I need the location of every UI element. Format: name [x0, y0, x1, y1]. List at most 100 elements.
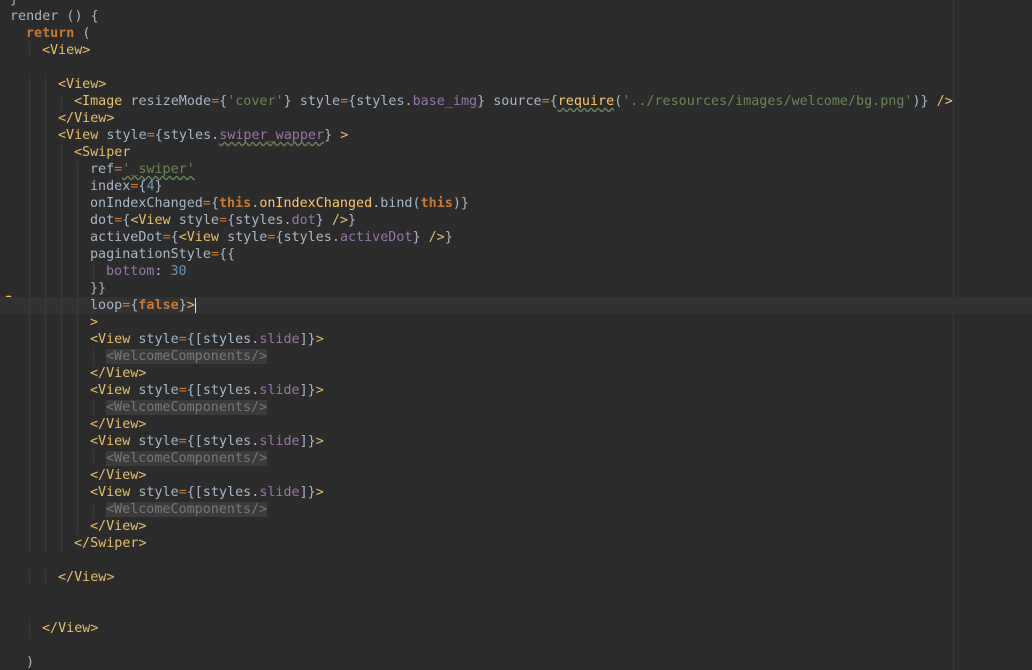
indent-guide	[29, 297, 30, 314]
indent-guide	[93, 263, 94, 280]
indent-guide	[45, 144, 46, 161]
code-line[interactable]: </View>	[10, 569, 950, 586]
code-line[interactable]: </View>	[10, 518, 950, 535]
indent-guide	[77, 314, 78, 331]
code-token: <View	[90, 434, 139, 449]
code-line[interactable]: <View style={[styles.slide]}>	[10, 433, 950, 450]
indent-guide	[77, 280, 78, 297]
code-token: <View>	[58, 77, 107, 92]
indent-guide	[29, 416, 30, 433]
code-token: <WelcomeComponents/>	[106, 400, 268, 415]
code-line[interactable]: return (	[10, 25, 950, 42]
code-line-current[interactable]: loop={false}>	[0, 297, 1032, 314]
indent-guide	[45, 382, 46, 399]
code-line[interactable]	[10, 59, 950, 76]
code-line[interactable]: </View>	[10, 365, 950, 382]
code-line[interactable]: activeDot={<View style={styles.activeDot…	[10, 229, 950, 246]
indent-guide	[77, 195, 78, 212]
code-line[interactable]: <View style={[styles.slide]}>	[10, 484, 950, 501]
code-token: source	[493, 94, 542, 109]
code-line[interactable]: <View style={[styles.slide]}>	[10, 331, 950, 348]
code-token: </Swiper>	[74, 536, 147, 551]
code-line[interactable]: <WelcomeComponents/>	[10, 501, 950, 518]
code-line[interactable]: <WelcomeComponents/>	[10, 348, 950, 365]
code-line[interactable]: }}	[10, 280, 950, 297]
code-line[interactable]	[10, 603, 950, 620]
code-line[interactable]: <View>	[10, 42, 950, 59]
code-line[interactable]: ref='_swiper'	[10, 161, 950, 178]
code-line[interactable]	[10, 552, 950, 569]
code-line[interactable]: render () {	[10, 8, 950, 25]
code-token: dot	[291, 213, 316, 228]
code-token: style	[178, 213, 219, 228]
indent-guide	[61, 297, 62, 314]
indent-guide	[45, 365, 46, 382]
code-token: =	[202, 196, 211, 211]
code-line[interactable]: <WelcomeComponents/>	[10, 399, 950, 416]
code-token: slide	[259, 332, 300, 347]
code-line[interactable]: <View style={[styles.slide]}>	[10, 382, 950, 399]
indent-guide	[61, 314, 62, 331]
code-area[interactable]: }render () {return (<View><View><Image r…	[0, 0, 1032, 670]
code-token: loop	[90, 298, 123, 313]
code-line[interactable]: </Swiper>	[10, 535, 950, 552]
code-line[interactable]: <Swiper	[10, 144, 950, 161]
code-line[interactable]: </View>	[10, 110, 950, 127]
indent-guide	[77, 348, 78, 365]
indent-guide	[45, 76, 46, 93]
indent-guide	[29, 314, 30, 331]
code-token: >	[340, 128, 349, 143]
indent-guide	[61, 484, 62, 501]
indent-guide	[45, 178, 46, 195]
code-token: }	[412, 230, 429, 245]
code-token: </View>	[90, 468, 147, 483]
right-margin-guide	[953, 0, 954, 670]
code-token: this	[219, 196, 252, 211]
code-token: }	[10, 0, 18, 7]
indent-guide	[29, 331, 30, 348]
code-line[interactable]: </View>	[10, 620, 950, 637]
code-editor[interactable]: }render () {return (<View><View><Image r…	[0, 0, 1032, 670]
code-token: />	[936, 94, 953, 109]
indent-guide	[61, 229, 62, 246]
code-line[interactable]: >	[10, 314, 950, 331]
indent-guide	[29, 501, 30, 518]
code-line[interactable]: <Image resizeMode={'cover'} style={style…	[10, 93, 953, 110]
code-line[interactable]: )	[10, 654, 950, 670]
code-token: {	[210, 196, 219, 211]
code-line[interactable]	[10, 637, 950, 654]
indent-guide	[61, 263, 62, 280]
code-token: }	[324, 128, 341, 143]
code-line[interactable]: </View>	[10, 416, 950, 433]
code-line[interactable]: }	[10, 0, 950, 8]
indent-guide	[29, 178, 30, 195]
code-token: style	[227, 230, 268, 245]
code-line[interactable]: </View>	[10, 467, 950, 484]
code-line[interactable]: dot={<View style={styles.dot} />}	[10, 212, 950, 229]
code-line[interactable]	[10, 586, 950, 603]
indent-guide	[29, 263, 30, 280]
code-token: =	[162, 230, 171, 245]
code-token: ]}	[299, 383, 316, 398]
indent-guide	[29, 42, 30, 59]
code-line[interactable]: index={4}	[10, 178, 950, 195]
code-token: </View>	[42, 621, 99, 636]
indent-guide	[45, 433, 46, 450]
code-line[interactable]: onIndexChanged={this.onIndexChanged.bind…	[10, 195, 950, 212]
code-line[interactable]: bottom: 30	[10, 263, 950, 280]
code-line[interactable]: <View style={styles.swiper_wapper} >	[10, 127, 950, 144]
code-token: <View	[178, 230, 228, 245]
code-line[interactable]: paginationStyle={{	[10, 246, 950, 263]
code-line[interactable]: <View>	[10, 76, 950, 93]
code-token: 4	[146, 179, 155, 194]
code-line[interactable]: <WelcomeComponents/>	[10, 450, 950, 467]
indent-guide	[45, 518, 46, 535]
code-token: 30	[170, 264, 187, 279]
indent-guide	[61, 246, 62, 263]
code-token: dot	[90, 213, 115, 228]
indent-guide	[77, 416, 78, 433]
indent-guide	[61, 433, 62, 450]
code-token: <WelcomeComponents/>	[106, 451, 268, 466]
text-caret	[194, 297, 196, 313]
indent-guide	[45, 246, 46, 263]
